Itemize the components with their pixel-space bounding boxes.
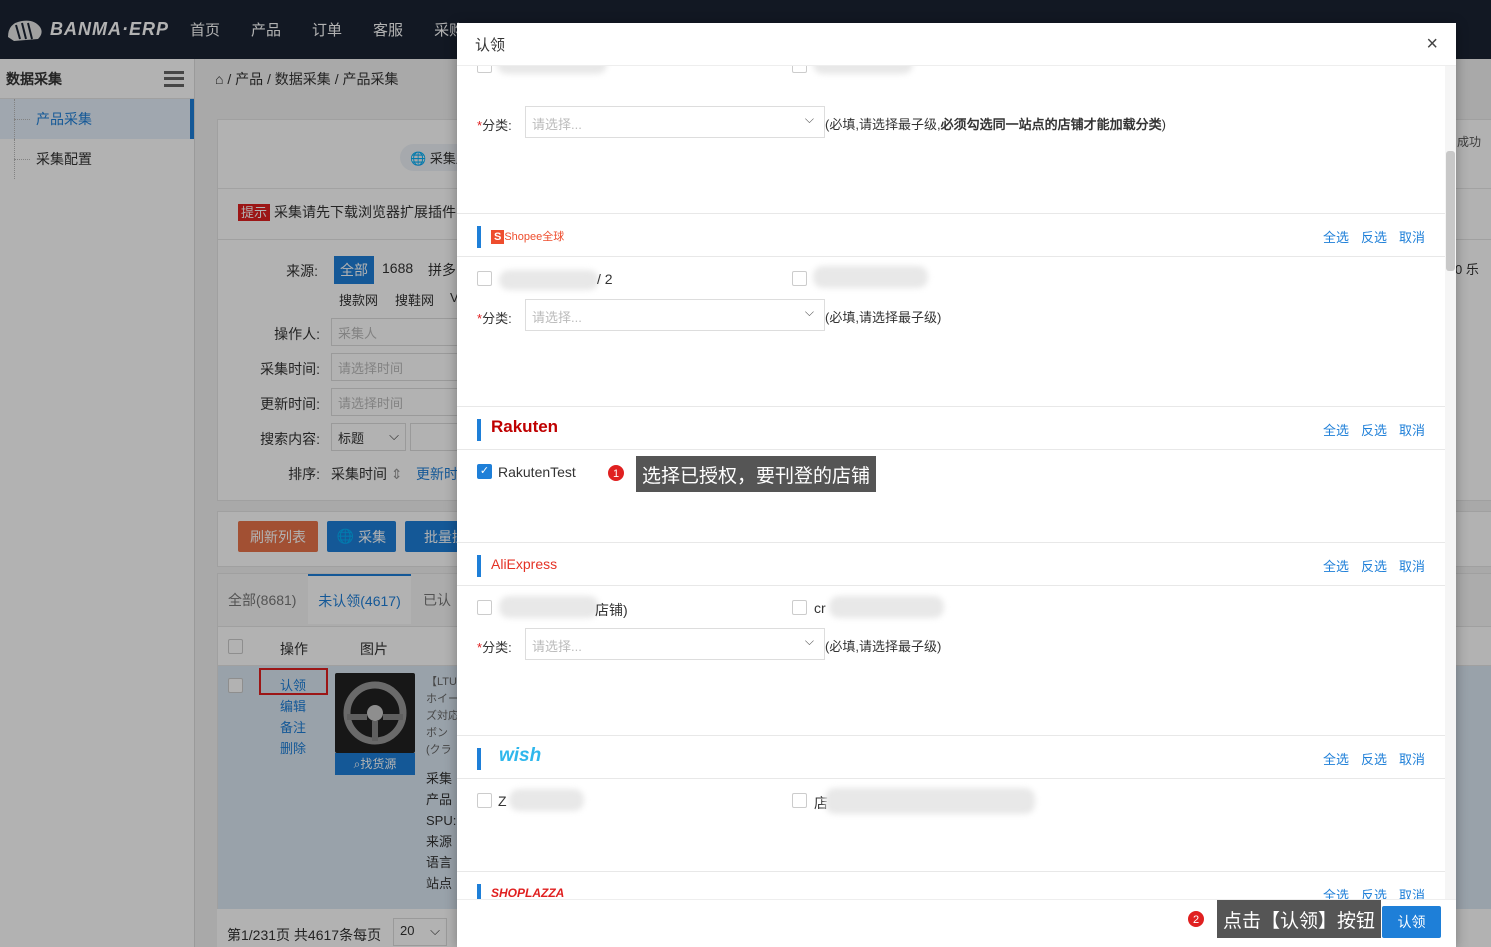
cancel-select-link[interactable]: 取消 [1399,752,1425,767]
select-all-link[interactable]: 全选 [1323,423,1349,438]
claim-modal: 认领 × *分类: 请选择... ⌵ (必填,请选择最子级,必须勾选同一站点的店铺… [457,23,1456,947]
shop-name: Z [498,793,507,809]
modal-body: *分类: 请选择... ⌵ (必填,请选择最子级,必须勾选同一站点的店铺才能加载分… [457,66,1445,899]
blurred-shop-name [813,266,928,288]
cancel-select-link[interactable]: 取消 [1399,559,1425,574]
section-actions: 全选 反选 取消 [1311,749,1425,768]
blurred-shop-name [497,66,607,74]
step-1-badge: 1 [607,464,625,482]
section-marker [477,226,481,248]
invert-select-link[interactable]: 反选 [1361,423,1387,438]
blurred-shop-name [825,788,1035,814]
shop-checkbox[interactable] [792,793,807,808]
shop-checkbox[interactable] [477,271,492,286]
invert-select-link[interactable]: 反选 [1361,230,1387,245]
category-placeholder: 请选择... [532,639,582,654]
hint-text: (必填,请选择最子级, [825,117,941,132]
aliexpress-logo: AliExpress [491,556,558,572]
shopee-logo-text: Shopee全球 [504,231,565,243]
category-label-text: 分类: [482,640,512,655]
blurred-shop-name [499,270,599,290]
modal-header: 认领 × [457,23,1456,66]
hint-bold: 必须勾选同一站点的店铺才能加载分类 [940,117,1162,132]
shop-checkbox[interactable] [477,66,492,73]
shop-checkbox[interactable] [792,600,807,615]
select-all-link[interactable]: 全选 [1323,559,1349,574]
invert-select-link[interactable]: 反选 [1361,752,1387,767]
modal-title: 认领 [475,36,506,54]
category-label-text: 分类: [482,118,512,133]
claim-confirm-button[interactable]: 认领 [1382,906,1441,938]
scrollbar-thumb[interactable] [1446,151,1455,271]
section-marker [477,884,481,899]
shop-name-rakuten: RakutenTest [498,464,576,480]
section-actions: 全选 反选 取消 [1311,556,1425,575]
shop-checkbox-checked[interactable]: ✓ [477,464,492,479]
blurred-shop-name [499,596,599,618]
shop-name: 店铺) [595,602,628,618]
hint-close: ) [1161,117,1166,132]
cancel-select-link[interactable]: 取消 [1399,888,1425,899]
tooltip-select-shop: 选择已授权，要刊登的店铺 [636,456,877,492]
rakuten-logo: Rakuten [491,417,559,436]
modal-scrollbar[interactable] [1445,66,1456,899]
blurred-shop-name [813,66,913,74]
select-all-link[interactable]: 全选 [1323,888,1349,899]
section-actions: 全选 反选 取消 [1311,885,1425,899]
shop-name: / 2 [597,271,613,287]
invert-select-link[interactable]: 反选 [1361,559,1387,574]
section-marker [477,419,481,441]
section-marker [477,748,481,770]
section-actions: 全选 反选 取消 [1311,227,1425,246]
category-placeholder: 请选择... [532,117,582,132]
blurred-shop-name [509,789,584,811]
chevron-down-icon: ⌵ [804,634,814,648]
chevron-down-icon: ⌵ [804,112,814,126]
shopee-bag-icon: S [491,230,505,244]
wish-section-header: wish 全选 反选 取消 [457,735,1445,779]
shop-checkbox[interactable] [792,66,807,73]
chevron-down-icon: ⌵ [804,305,814,319]
rakuten-section-header: Rakuten 全选 反选 取消 [457,406,1445,450]
close-icon[interactable]: × [1426,33,1438,56]
wish-logo: wish [499,745,542,766]
category-select[interactable]: 请选择... ⌵ [525,299,825,331]
shoplazza-section-header: SHOPLAZZA 全选 反选 取消 [457,871,1445,899]
section-actions: 全选 反选 取消 [1311,420,1425,439]
cancel-select-link[interactable]: 取消 [1399,230,1425,245]
category-hint: (必填,请选择最子级) [825,310,942,325]
shop-checkbox[interactable] [792,271,807,286]
invert-select-link[interactable]: 反选 [1361,888,1387,899]
shop-checkbox[interactable] [477,793,492,808]
category-label: *分类: [477,308,512,327]
shop-name: cr [814,600,826,616]
modal-footer: 2 点击【认领】按钮 认领 [457,899,1456,947]
shoplazza-logo: SHOPLAZZA [491,886,565,899]
select-all-link[interactable]: 全选 [1323,752,1349,767]
section-marker [477,555,481,577]
category-select[interactable]: 请选择... ⌵ [525,106,825,138]
tooltip-click-claim: 点击【认领】按钮 [1217,900,1382,938]
category-select[interactable]: 请选择... ⌵ [525,628,825,660]
shop-checkbox[interactable] [477,600,492,615]
shopee-logo: S Shopee全球 [491,228,564,244]
cancel-select-link[interactable]: 取消 [1399,423,1425,438]
step-2-badge: 2 [1187,910,1205,928]
category-label-text: 分类: [482,311,512,326]
category-label: *分类: [477,637,512,656]
category-hint: (必填,请选择最子级,必须勾选同一站点的店铺才能加载分类) [825,114,1166,133]
shopee-section-header: S Shopee全球 全选 反选 取消 [457,213,1445,257]
category-placeholder: 请选择... [532,310,582,325]
category-hint: (必填,请选择最子级) [825,639,942,654]
select-all-link[interactable]: 全选 [1323,230,1349,245]
category-label: *分类: [477,115,512,134]
aliexpress-section-header: AliExpress 全选 反选 取消 [457,542,1445,586]
blurred-shop-name [829,596,944,618]
